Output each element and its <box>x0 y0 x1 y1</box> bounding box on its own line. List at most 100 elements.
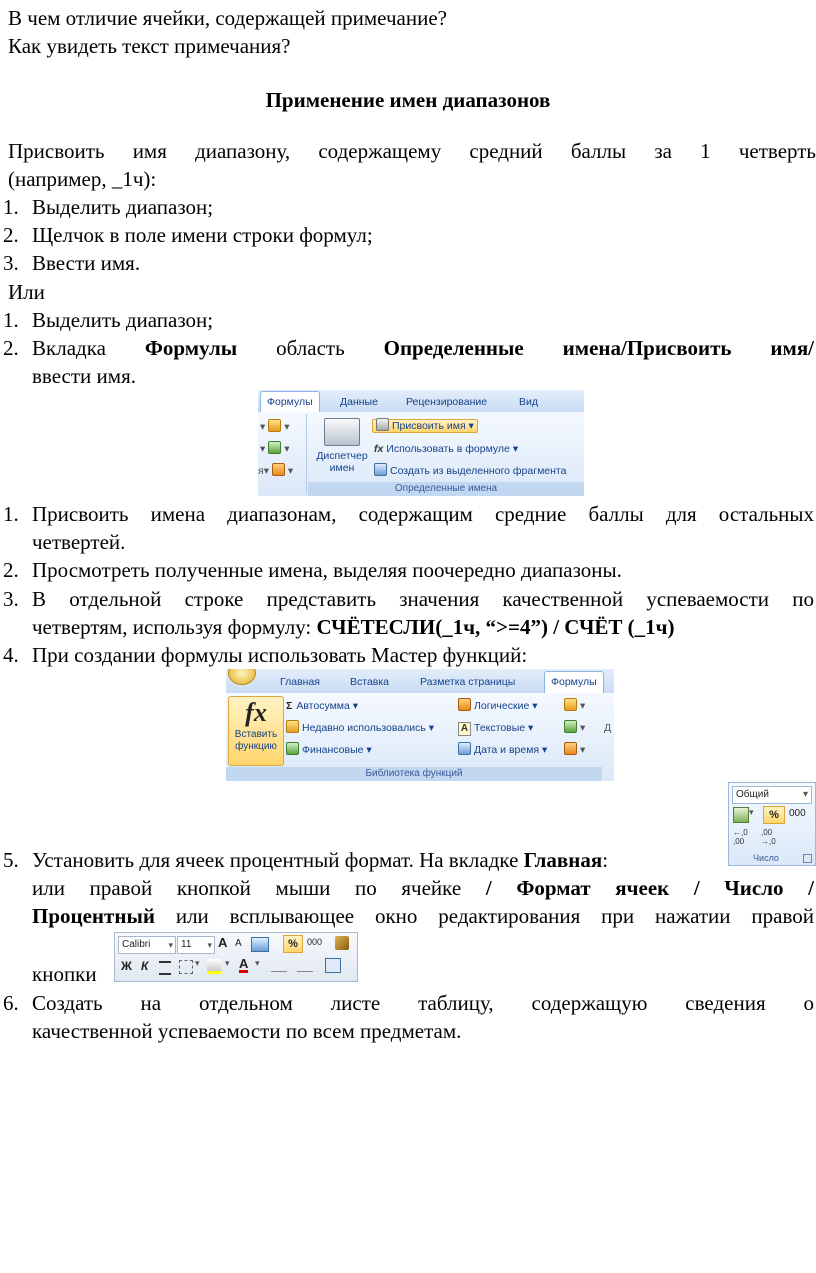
list2-item-2-pre: Вкладка <box>32 336 106 360</box>
item5-line-1: Установить для ячеек процентный формат. … <box>32 846 814 874</box>
borders-icon[interactable] <box>179 960 193 974</box>
ribbon2-body: fx Вставить функцию Σ Автосумма ▾ Недавно… <box>226 693 614 781</box>
logical-label: Логические <box>474 700 530 712</box>
number-format-dropdown[interactable]: Общий ▾ <box>732 786 812 804</box>
list2-item-2-bold-1: Формулы <box>144 336 238 360</box>
fill-color-icon[interactable] <box>207 959 221 974</box>
currency-button[interactable] <box>733 807 749 823</box>
name-manager-button[interactable]: Диспетчер имен <box>310 414 374 492</box>
percent-button[interactable]: % <box>763 806 785 824</box>
tab-data[interactable]: Данные <box>334 393 384 412</box>
font-size-value: 11 <box>181 939 192 950</box>
tab-formulas-2[interactable]: Формулы <box>544 671 604 694</box>
edge-dropdown-3[interactable]: я▾ ▾ <box>258 462 293 480</box>
shrink-font-button[interactable]: A <box>235 938 242 949</box>
list3-number-3: 3. <box>3 587 19 611</box>
list1-number-1: 1. <box>3 195 19 219</box>
math-dropdown[interactable]: ▾ <box>564 719 585 737</box>
insert-function-label-2: функцию <box>235 741 277 752</box>
item5-line-2-text: или правой кнопкой мыши по ячейке <box>32 876 486 900</box>
decrease-decimal-button[interactable]: ,00 →,0 <box>761 828 785 846</box>
edge-dropdown-2[interactable]: ▾ ▾ <box>260 440 289 458</box>
lookup-icon <box>564 698 577 711</box>
list3-number-2: 2. <box>3 558 19 582</box>
assign-name-button[interactable]: Присвоить имя ▾ <box>372 417 478 435</box>
tab-formulas[interactable]: Формулы <box>260 391 320 413</box>
font-color-icon[interactable]: A <box>239 957 249 973</box>
assign-name-label: Присвоить имя <box>392 420 466 432</box>
edge-char-2: Д <box>604 722 612 734</box>
list3-item-3-line-2: четвертям, используя формулу: СЧЁТЕСЛИ(_… <box>32 613 814 641</box>
financial-button[interactable]: Финансовые ▾ <box>286 741 372 759</box>
recently-used-button[interactable]: Недавно использовались ▾ <box>286 719 434 737</box>
question-1: В чем отличие ячейки, содержащей примеча… <box>8 6 447 30</box>
font-name-box[interactable]: Calibri ▾ <box>118 936 176 954</box>
logical-button[interactable]: Логические ▾ <box>458 697 538 715</box>
font-color-dropdown[interactable]: ▾ <box>255 958 260 969</box>
currency-dropdown[interactable]: ▾ <box>749 807 754 818</box>
calendar-icon <box>458 742 471 755</box>
item6-number: 6. <box>3 991 19 1015</box>
list3-item-1-line-2: четвертей. <box>32 530 126 554</box>
text-button[interactable]: A Текстовые ▾ <box>458 719 533 737</box>
edge-dropdown-1[interactable]: ▾ ▾ <box>260 418 289 436</box>
recently-used-label: Недавно использовались <box>302 722 426 734</box>
defined-names-group-label: Определенные имена <box>308 482 584 496</box>
thousands-button[interactable]: 000 <box>789 807 806 821</box>
or-line: Или <box>8 280 45 304</box>
use-in-formula-button[interactable]: fx Использовать в формуле ▾ <box>374 440 518 458</box>
fx-icon: fx <box>245 698 267 727</box>
tab-page-layout[interactable]: Разметка страницы <box>414 673 521 692</box>
increase-decimal-icon[interactable] <box>271 959 287 972</box>
align-center-icon[interactable] <box>159 961 171 975</box>
tab-home[interactable]: Главная <box>274 673 326 692</box>
ribbon2-tabs: Главная Вставка Разметка страницы Формул… <box>226 669 614 694</box>
number-format-value: Общий <box>736 789 769 800</box>
more-dropdown[interactable]: ▾ <box>564 741 585 759</box>
list2-item-2-mid: область <box>276 336 345 360</box>
decrease-decimal-icon[interactable] <box>297 959 313 972</box>
book-icon <box>271 463 285 476</box>
grow-font-button[interactable]: A <box>218 935 227 950</box>
list3-item-1: Присвоить имена диапазонам, содержащим с… <box>32 502 814 526</box>
name-manager-label-2: имен <box>329 462 355 474</box>
mt-percent-button[interactable]: % <box>283 935 303 953</box>
insert-function-button[interactable]: fx Вставить функцию <box>228 696 284 766</box>
size-chevron-icon: ▾ <box>207 940 212 950</box>
list3-number-1: 1. <box>3 502 19 526</box>
fill-dropdown[interactable]: ▾ <box>225 958 230 969</box>
list1-number-2: 2. <box>3 223 19 247</box>
theta-icon <box>268 441 282 454</box>
lookup-dropdown[interactable]: ▾ <box>564 697 585 715</box>
italic-button[interactable]: К <box>141 959 148 973</box>
autosum-button[interactable]: Σ Автосумма ▾ <box>286 697 358 715</box>
formula-text: СЧЁТЕСЛИ(_1ч, “>=4”) / СЧЁТ (_1ч) <box>316 615 675 639</box>
text-label: Текстовые <box>474 722 526 734</box>
datetime-button[interactable]: Дата и время ▾ <box>458 741 547 759</box>
tab-insert[interactable]: Вставка <box>344 673 395 692</box>
bold-button[interactable]: Ж <box>121 959 132 973</box>
font-size-box[interactable]: 11 ▾ <box>177 936 215 954</box>
list1-item-3: Ввести имя. <box>32 251 141 275</box>
create-from-selection-button[interactable]: Создать из выделенного фрагмента <box>374 462 566 480</box>
list2-item-2: Вкладка Формулы область Определенные име… <box>32 334 814 362</box>
section-title: Применение имен диапазонов <box>265 88 551 112</box>
tab-review[interactable]: Рецензирование <box>400 393 493 412</box>
list2-item-1: Выделить диапазон; <box>32 308 214 332</box>
mt-thousands-button[interactable]: 000 <box>307 937 322 947</box>
merge-cells-icon[interactable] <box>325 958 341 973</box>
increase-decimal-button[interactable]: ←,0 ,00 <box>733 828 757 846</box>
format-painter-icon[interactable] <box>251 937 269 952</box>
item5-number: 5. <box>3 848 19 872</box>
item5-line-2: или правой кнопкой мыши по ячейке / Форм… <box>32 874 814 902</box>
borders-dropdown[interactable]: ▾ <box>195 958 200 969</box>
item6-line-2: качественной успеваемости по всем предме… <box>32 1019 462 1043</box>
tab-view[interactable]: Вид <box>513 393 544 412</box>
insert-function-label-1: Вставить <box>234 729 278 740</box>
intro-line-1: Присвоить имя диапазону, содержащему сре… <box>8 139 816 163</box>
math-icon <box>564 720 577 733</box>
office-button[interactable] <box>228 669 256 685</box>
edge-char: я <box>258 465 264 477</box>
brush-icon[interactable] <box>335 936 349 950</box>
ribbon1-tabs: Формулы Данные Рецензирование Вид <box>258 390 584 413</box>
